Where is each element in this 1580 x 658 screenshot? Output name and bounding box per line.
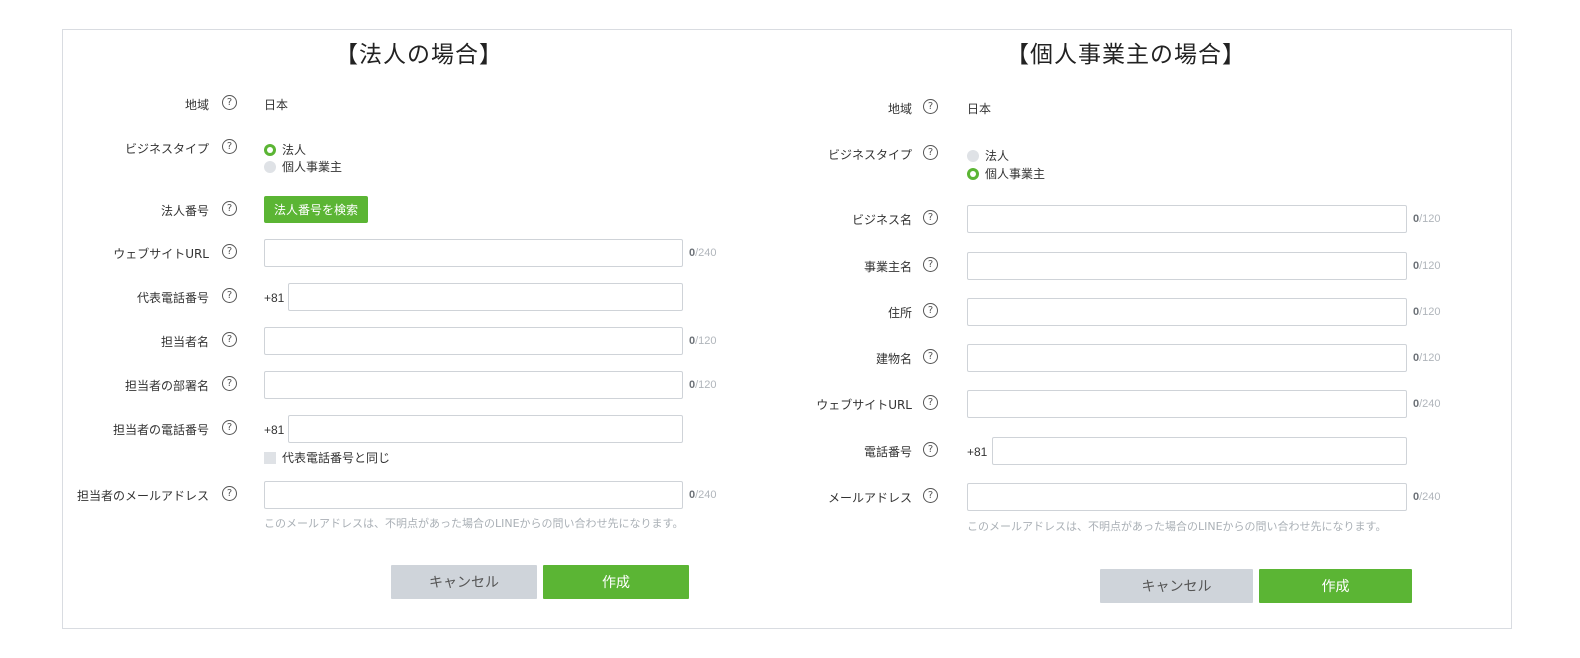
building-input[interactable] [967, 344, 1407, 372]
address-label: 住所 [887, 306, 912, 320]
right-panel-title: 【個人事業主の場合】 [1006, 42, 1246, 68]
right-region-help-icon[interactable]: ? [923, 99, 938, 114]
left-cancel-button[interactable]: キャンセル [391, 565, 537, 599]
main-phone-prefix: +81 [264, 291, 285, 305]
radio-corporation[interactable]: 法人 [264, 141, 306, 158]
business-type-help-icon[interactable]: ? [222, 139, 237, 154]
radio-unselected-icon [264, 160, 276, 173]
main-phone-input[interactable] [288, 283, 683, 311]
form-frame: 【法人の場合】 地域 ? 日本 ビジネスタイプ ? 法人 個人事業主 法人番号 … [62, 29, 1512, 629]
main-phone-label: 代表電話番号 [136, 291, 209, 305]
owner-name-counter: 0/120 [1413, 260, 1441, 272]
email-input[interactable] [967, 483, 1407, 511]
contact-dept-label: 担当者の部署名 [124, 379, 209, 393]
phone-prefix: +81 [967, 445, 988, 459]
address-help-icon[interactable]: ? [923, 303, 938, 318]
email-hint: このメールアドレスは、不明点があった場合のLINEからの問い合わせ先になります。 [967, 520, 1387, 533]
radio-selected-icon [264, 143, 276, 156]
same-as-main-phone-label: 代表電話番号と同じ [282, 451, 391, 465]
contact-dept-input[interactable] [264, 371, 683, 399]
website-help-icon[interactable]: ? [222, 244, 237, 259]
left-create-button[interactable]: 作成 [543, 565, 689, 599]
email-label: メールアドレス [827, 491, 912, 505]
website-label: ウェブサイトURL [113, 247, 209, 261]
business-name-label: ビジネス名 [851, 213, 912, 227]
email-help-icon[interactable]: ? [923, 488, 938, 503]
contact-name-input[interactable] [264, 327, 683, 355]
right-create-button[interactable]: 作成 [1259, 569, 1412, 603]
owner-name-help-icon[interactable]: ? [923, 257, 938, 272]
right-radio-sole-proprietor[interactable]: 個人事業主 [967, 165, 1045, 182]
same-as-main-phone-checkbox[interactable]: 代表電話番号と同じ [264, 449, 390, 466]
radio-corporation-label: 法人 [282, 143, 307, 157]
region-value: 日本 [264, 98, 289, 112]
contact-dept-counter: 0/120 [689, 379, 717, 391]
right-website-input[interactable] [967, 390, 1407, 418]
contact-email-input[interactable] [264, 481, 683, 509]
contact-phone-label: 担当者の電話番号 [112, 423, 209, 437]
address-counter: 0/120 [1413, 306, 1441, 318]
right-cancel-button[interactable]: キャンセル [1100, 569, 1253, 603]
contact-phone-input[interactable] [288, 415, 683, 443]
building-label: 建物名 [875, 352, 912, 366]
contact-email-help-icon[interactable]: ? [222, 486, 237, 501]
radio-sole-proprietor-label: 個人事業主 [282, 160, 343, 174]
address-input[interactable] [967, 298, 1407, 326]
right-region-label: 地域 [887, 102, 912, 116]
right-region-value: 日本 [967, 102, 992, 116]
region-help-icon[interactable]: ? [222, 95, 237, 110]
right-business-type-label: ビジネスタイプ [827, 148, 912, 162]
building-help-icon[interactable]: ? [923, 349, 938, 364]
contact-email-label: 担当者のメールアドレス [76, 489, 209, 503]
corp-number-help-icon[interactable]: ? [222, 201, 237, 216]
right-website-label: ウェブサイトURL [816, 398, 912, 412]
corp-number-label: 法人番号 [160, 204, 209, 218]
main-phone-help-icon[interactable]: ? [222, 288, 237, 303]
contact-email-counter: 0/240 [689, 489, 717, 501]
contact-phone-prefix: +81 [264, 423, 285, 437]
radio-selected-icon [967, 167, 979, 180]
phone-input[interactable] [992, 437, 1407, 465]
owner-name-input[interactable] [967, 252, 1407, 280]
contact-dept-help-icon[interactable]: ? [222, 376, 237, 391]
radio-sole-proprietor[interactable]: 個人事業主 [264, 158, 342, 175]
building-counter: 0/120 [1413, 352, 1441, 364]
website-input[interactable] [264, 239, 683, 267]
business-name-help-icon[interactable]: ? [923, 210, 938, 225]
contact-name-help-icon[interactable]: ? [222, 332, 237, 347]
region-label: 地域 [184, 98, 209, 112]
business-type-label: ビジネスタイプ [124, 142, 209, 156]
contact-name-label: 担当者名 [160, 335, 209, 349]
website-counter: 0/240 [689, 247, 717, 259]
right-radio-sole-proprietor-label: 個人事業主 [985, 167, 1046, 181]
right-website-help-icon[interactable]: ? [923, 395, 938, 410]
left-panel-title: 【法人の場合】 [335, 42, 503, 68]
contact-email-hint: このメールアドレスは、不明点があった場合のLINEからの問い合わせ先になります。 [264, 517, 684, 530]
right-radio-corporation-label: 法人 [985, 149, 1010, 163]
owner-name-label: 事業主名 [863, 260, 912, 274]
business-name-counter: 0/120 [1413, 213, 1441, 225]
phone-help-icon[interactable]: ? [923, 442, 938, 457]
radio-unselected-icon [967, 149, 979, 162]
right-radio-corporation[interactable]: 法人 [967, 147, 1009, 164]
email-counter: 0/240 [1413, 491, 1441, 503]
contact-phone-help-icon[interactable]: ? [222, 420, 237, 435]
checkbox-icon [264, 451, 276, 464]
contact-name-counter: 0/120 [689, 335, 717, 347]
business-name-input[interactable] [967, 205, 1407, 233]
phone-label: 電話番号 [863, 445, 912, 459]
right-business-type-help-icon[interactable]: ? [923, 145, 938, 160]
search-corp-number-button[interactable]: 法人番号を検索 [264, 196, 369, 223]
right-website-counter: 0/240 [1413, 398, 1441, 410]
